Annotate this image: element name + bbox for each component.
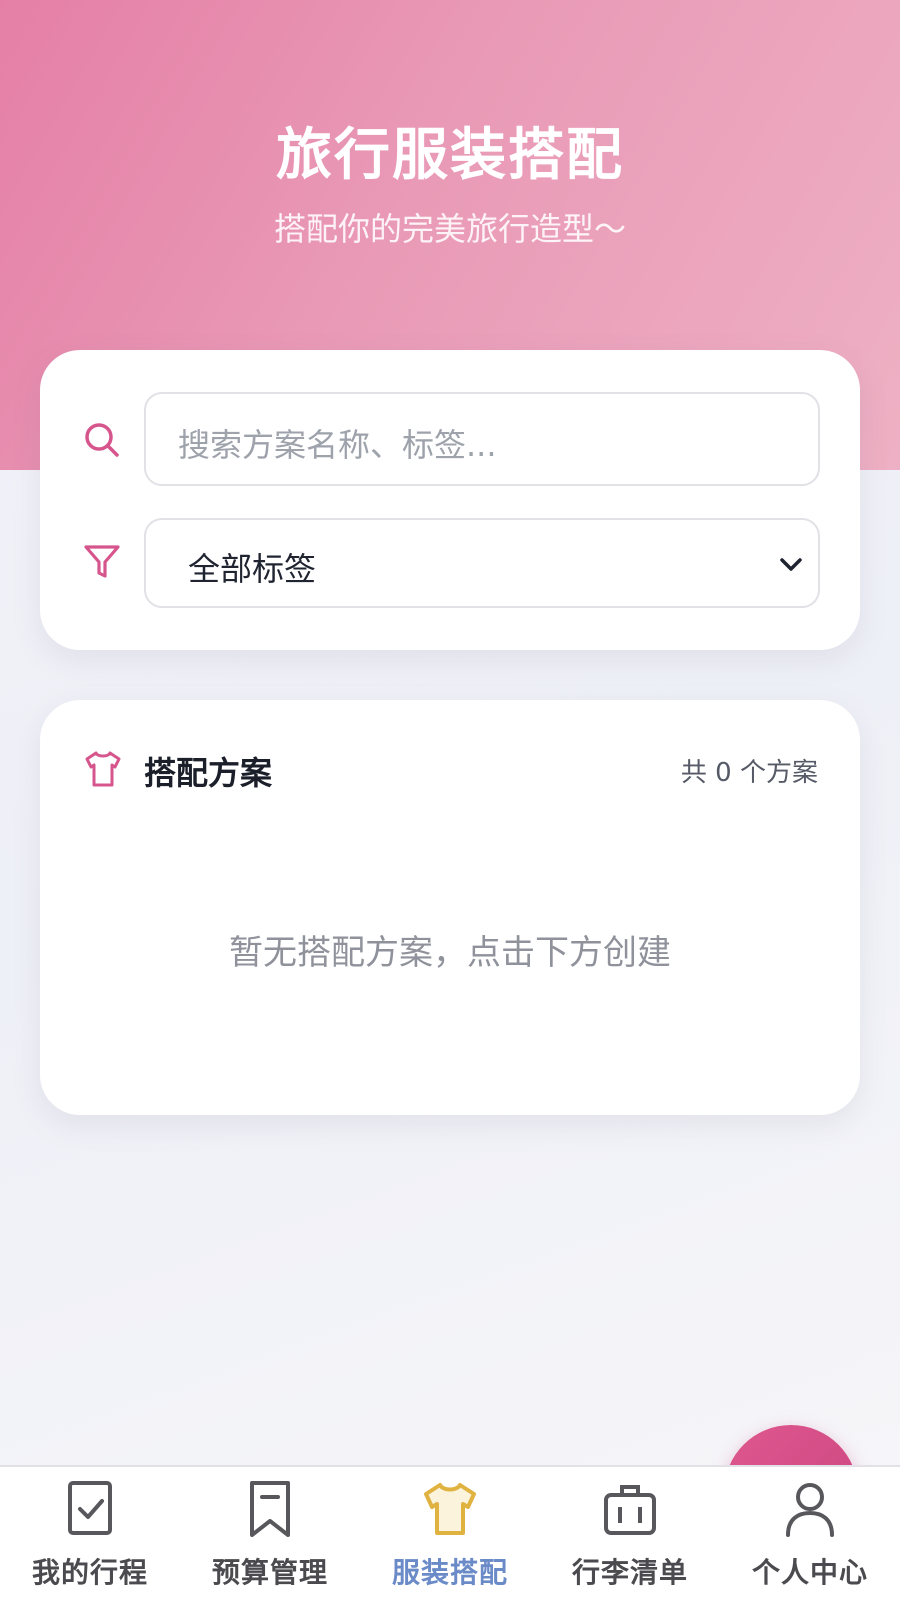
outfit-plans-card: 搭配方案 共 0 个方案 暂无搭配方案，点击下方创建 (40, 700, 860, 1115)
search-input[interactable]: 搜索方案名称、标签... (144, 392, 820, 486)
tab-label: 我的行程 (31, 1556, 148, 1589)
search-placeholder: 搜索方案名称、标签... (178, 426, 497, 464)
tag-filter-value: 全部标签 (188, 550, 317, 588)
filter-icon (84, 545, 120, 578)
tab-label: 预算管理 (211, 1556, 328, 1589)
bottom-tab-bar: 我的行程 预算管理 服装搭配 行李清单 个人中心 (0, 1465, 900, 1600)
tab-label: 行李清单 (571, 1556, 688, 1589)
empty-state-message: 暂无搭配方案，点击下方创建 (229, 933, 671, 973)
tab-my-trips[interactable]: 我的行程 (0, 1467, 180, 1600)
page-subtitle: 搭配你的完美旅行造型～ (273, 210, 626, 248)
search-filter-card: 搜索方案名称、标签... 全部标签 (40, 350, 860, 650)
suitcase-icon (604, 1485, 656, 1535)
chevron-down-icon (780, 558, 802, 571)
tab-luggage[interactable]: 行李清单 (540, 1467, 720, 1600)
shirt-icon (85, 751, 121, 787)
plans-title: 搭配方案 (144, 754, 273, 792)
shirt-icon (424, 1483, 476, 1535)
tag-filter-select[interactable]: 全部标签 (144, 518, 820, 608)
tab-profile[interactable]: 个人中心 (720, 1467, 900, 1600)
tab-outfits[interactable]: 服装搭配 (360, 1467, 540, 1600)
checklist-icon (68, 1481, 112, 1535)
page-title: 旅行服装搭配 (276, 123, 624, 188)
tab-label: 服装搭配 (391, 1556, 508, 1589)
search-icon (85, 423, 119, 457)
tab-label: 个人中心 (751, 1556, 868, 1589)
bookmark-icon (250, 1481, 290, 1537)
tab-budget[interactable]: 预算管理 (180, 1467, 360, 1600)
user-icon (786, 1483, 834, 1537)
plans-count: 共 0 个方案 (680, 758, 818, 788)
